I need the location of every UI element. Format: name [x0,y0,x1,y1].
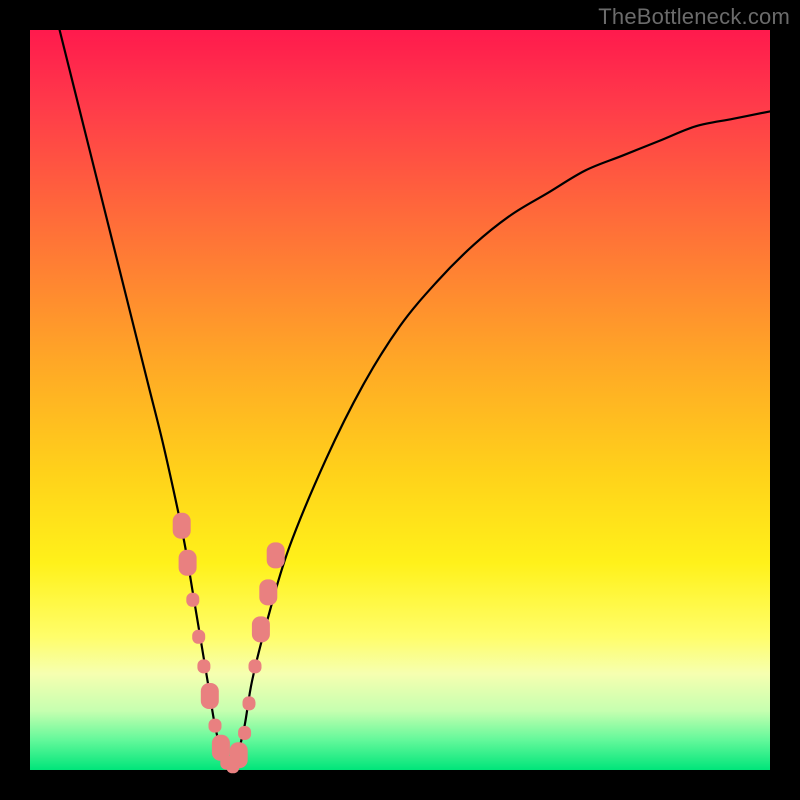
data-marker [192,630,205,644]
plot-area [30,30,770,770]
data-marker [238,726,251,740]
chart-frame: TheBottleneck.com [0,0,800,800]
data-marker [197,659,210,673]
data-marker [186,593,199,607]
data-marker [179,550,197,576]
data-marker [201,683,219,709]
chart-svg [30,30,770,770]
data-marker [209,719,222,733]
data-marker [230,742,248,768]
data-marker [252,616,270,642]
data-marker [243,696,256,710]
data-marker [249,659,262,673]
data-marker [259,579,277,605]
bottleneck-curve [60,30,770,770]
data-marker [267,542,285,568]
data-marker [173,513,191,539]
markers-group [173,513,285,774]
watermark-text: TheBottleneck.com [598,4,790,30]
